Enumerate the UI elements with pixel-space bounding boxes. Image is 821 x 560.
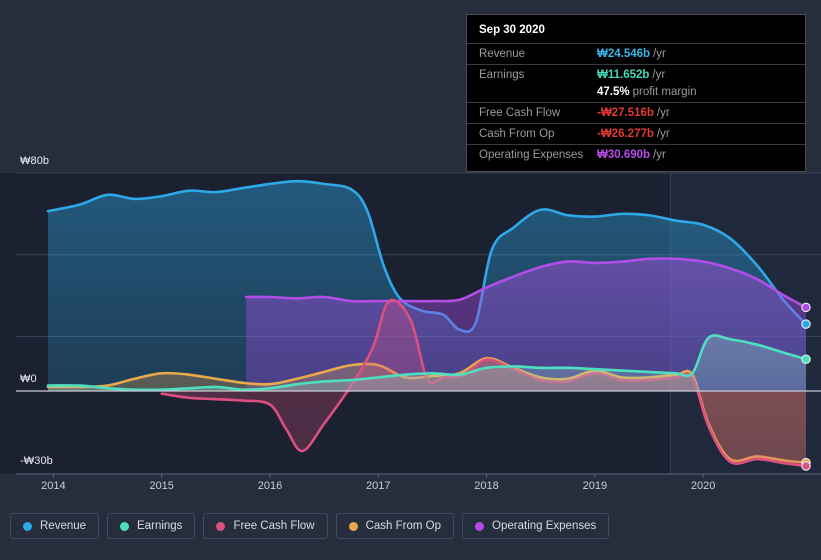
tooltip-row-label: Cash From Op [479, 128, 555, 140]
legend-item-label: Cash From Op [365, 520, 442, 532]
tooltip-row-value: 47.5% [597, 86, 630, 98]
tooltip-row: Free Cash Flow -₩27.516b/yr [467, 102, 805, 123]
legend-item-cash-from-op[interactable]: Cash From Op [335, 513, 455, 539]
tooltip-row-unit: /yr [653, 48, 666, 60]
legend-item-earnings[interactable]: Earnings [107, 513, 196, 539]
tooltip-row: 47.5% profit margin [467, 85, 805, 102]
endpoint-marker-earnings[interactable] [801, 354, 811, 365]
legend-color-dot-icon [348, 521, 358, 531]
tooltip-row: Operating Expenses ₩30.690b/yr [467, 144, 805, 165]
x-axis-label: 2017 [366, 480, 391, 492]
tooltip-row-label: Free Cash Flow [479, 107, 561, 119]
tooltip-row-value: ₩30.690b [597, 149, 651, 161]
legend-color-dot-icon [475, 521, 485, 531]
endpoint-marker-revenue[interactable] [801, 319, 811, 329]
tooltip-row-unit: /yr [656, 107, 670, 119]
legend-color-dot-icon [23, 521, 32, 531]
y-axis-label-bottom: -₩30b [20, 455, 53, 467]
x-axis-label: 2015 [149, 480, 174, 492]
legend-item-label: Revenue [40, 520, 87, 532]
tooltip-date-title: Sep 30 2020 [479, 24, 545, 36]
tooltip-row-value: ₩24.546b [597, 48, 651, 60]
financial-chart-widget: ₩80b ₩0 -₩30b 2014 2015 2016 2017 2018 2019 20… [0, 0, 821, 560]
tooltip-rows: Revenue ₩24.546b/yr Earnings ₩11.652b/yr 47.… [467, 43, 805, 165]
y-axis-label-top: ₩80b [20, 155, 50, 167]
tooltip-row: Earnings ₩11.652b/yr [467, 64, 805, 85]
tooltip-row: Revenue ₩24.546b/yr [467, 43, 805, 64]
tooltip-row-unit: profit margin [632, 86, 697, 98]
chart-tooltip: Sep 30 2020 Revenue ₩24.546b/yr Earnings ₩1… [466, 14, 806, 172]
legend-color-dot-icon [120, 521, 130, 531]
tooltip-row-label: Revenue [479, 48, 526, 60]
tooltip-row-label: Operating Expenses [479, 149, 584, 161]
y-axis-label-zero: ₩0 [20, 373, 37, 385]
tooltip-row-unit: /yr [656, 128, 670, 140]
tooltip-row-value: ₩11.652b [597, 69, 650, 81]
endpoint-marker-free-cash-flow[interactable] [801, 461, 811, 471]
legend-color-dot-icon [216, 521, 226, 531]
legend-item-revenue[interactable]: Revenue [10, 513, 100, 539]
legend-item-free-cash-flow[interactable]: Free Cash Flow [203, 513, 328, 539]
tooltip-row-label: Earnings [479, 69, 525, 81]
tooltip-row-unit: /yr [652, 69, 666, 81]
tooltip-row: Cash From Op -₩26.277b/yr [467, 123, 805, 144]
tooltip-row-value: -₩26.277b [597, 128, 654, 140]
x-axis-label: 2020 [690, 480, 716, 492]
x-axis-label: 2018 [474, 480, 499, 492]
x-axis-label: 2014 [41, 480, 66, 492]
x-axis-label: 2016 [257, 480, 283, 492]
legend-item-operating-expenses[interactable]: Operating Expenses [462, 513, 610, 539]
tooltip-row-unit: /yr [653, 149, 666, 161]
chart-legend: Revenue Earnings Free Cash Flow Cash From O… [10, 513, 610, 539]
x-axis-label: 2019 [582, 480, 608, 492]
legend-item-label: Earnings [137, 520, 183, 532]
endpoint-marker-operating-expenses[interactable] [801, 302, 811, 313]
legend-item-label: Free Cash Flow [233, 520, 315, 532]
tooltip-row-value: -₩27.516b [597, 107, 654, 119]
legend-item-label: Operating Expenses [492, 520, 597, 532]
